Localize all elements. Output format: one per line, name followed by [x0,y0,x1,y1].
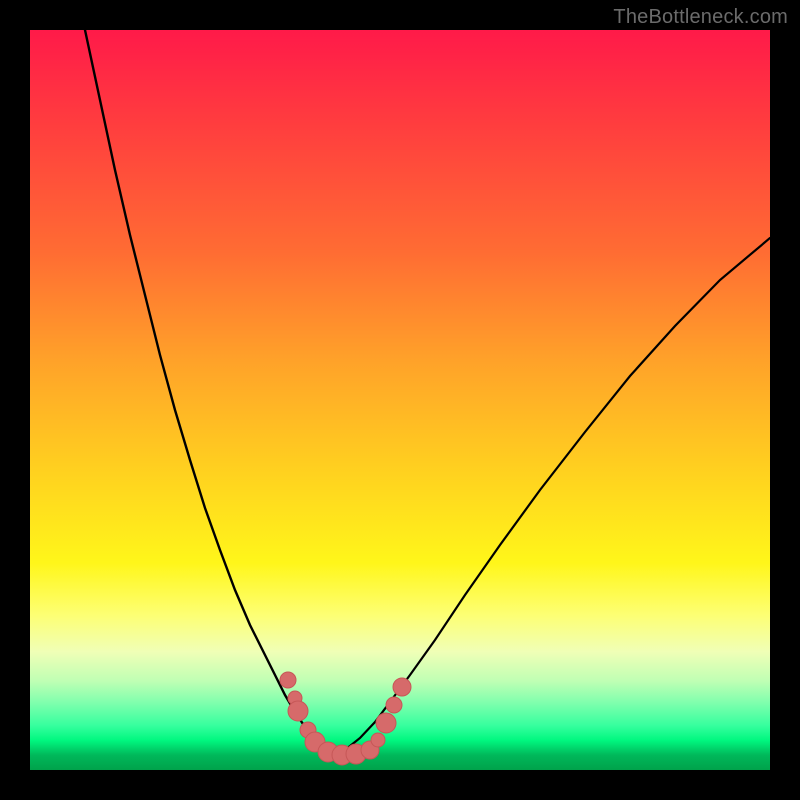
plot-area [30,30,770,770]
marker-dot [280,672,296,688]
left-curve [85,30,332,756]
markers-group [280,672,411,765]
marker-dot [371,733,385,747]
curve-group [85,30,770,756]
marker-dot [393,678,411,696]
outer-frame: TheBottleneck.com [0,0,800,800]
right-curve [332,238,770,756]
chart-svg [30,30,770,770]
marker-dot [386,697,402,713]
watermark-text: TheBottleneck.com [613,6,788,29]
marker-dot [288,701,308,721]
marker-dot [376,713,396,733]
